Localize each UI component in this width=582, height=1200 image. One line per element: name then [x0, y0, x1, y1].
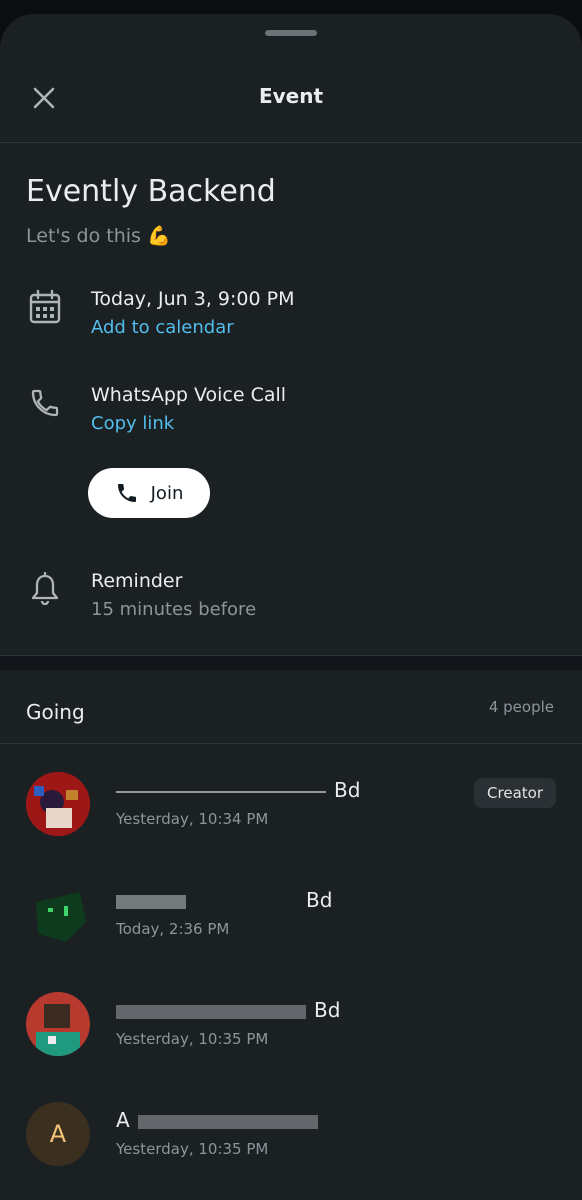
drag-handle[interactable]: [265, 30, 317, 36]
person-time: Today, 2:36 PM: [116, 920, 230, 938]
avatar: [26, 882, 90, 946]
list-item[interactable]: Bd Yesterday, 10:35 PM: [0, 978, 582, 1078]
event-datetime: Today, Jun 3, 9:00 PM: [91, 288, 295, 310]
event-subtitle: Let's do this 💪: [26, 225, 171, 247]
going-count: 4 people: [488, 698, 554, 716]
person-name: Bd: [116, 778, 360, 802]
calendar-icon: [26, 288, 64, 326]
header-divider: [0, 142, 582, 143]
reminder-value: 15 minutes before: [91, 599, 257, 620]
going-divider: [0, 743, 582, 744]
event-title: Evently Backend: [26, 174, 276, 209]
join-label: Join: [150, 482, 184, 504]
person-time: Yesterday, 10:35 PM: [116, 1140, 269, 1158]
section-gap: [0, 656, 582, 670]
list-item[interactable]: A A Yesterday, 10:35 PM: [0, 1088, 582, 1188]
join-button[interactable]: Join: [88, 468, 210, 518]
going-label: Going: [26, 700, 85, 724]
creator-badge: Creator: [474, 778, 556, 808]
add-to-calendar-link[interactable]: Add to calendar: [91, 317, 234, 338]
list-item[interactable]: Bd Today, 2:36 PM: [0, 868, 582, 968]
avatar: A: [26, 1102, 90, 1166]
person-time: Yesterday, 10:35 PM: [116, 1030, 269, 1048]
avatar: [26, 992, 90, 1056]
phone-icon: [26, 384, 64, 422]
bell-icon: [26, 570, 64, 608]
phone-icon: [117, 484, 136, 502]
avatar-initial: A: [49, 1120, 67, 1148]
copy-link[interactable]: Copy link: [91, 413, 174, 434]
person-name: Bd: [116, 888, 332, 912]
event-sheet: Event Evently Backend Let's do this 💪 To…: [0, 14, 582, 1200]
person-time: Yesterday, 10:34 PM: [116, 810, 269, 828]
person-name: A: [116, 1108, 318, 1132]
call-type: WhatsApp Voice Call: [91, 384, 287, 406]
avatar: [26, 772, 90, 836]
reminder-title: Reminder: [91, 570, 183, 592]
person-name: Bd: [116, 998, 340, 1022]
header-title: Event: [258, 84, 324, 108]
list-item[interactable]: Bd Yesterday, 10:34 PM Creator: [0, 758, 582, 858]
header: Event: [0, 54, 582, 142]
